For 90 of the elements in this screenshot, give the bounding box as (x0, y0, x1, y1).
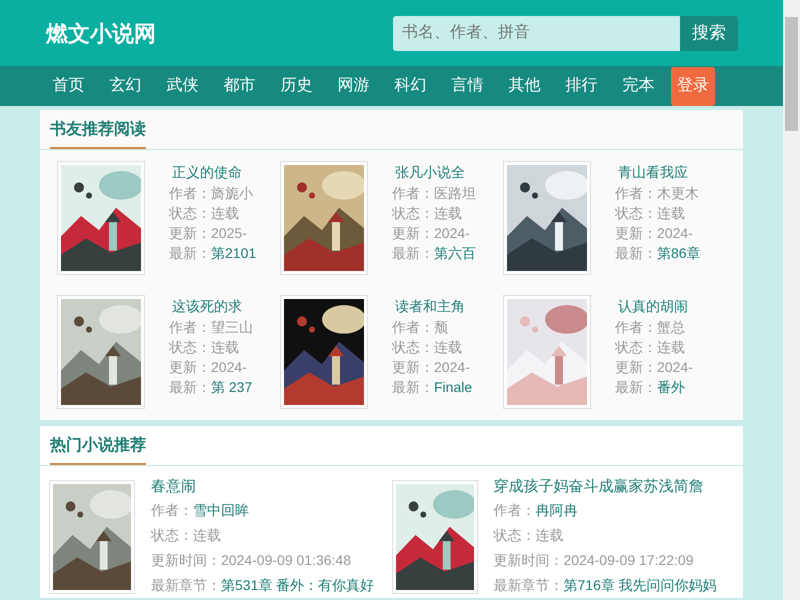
search-button[interactable]: 搜索 (680, 16, 738, 50)
field-label: 作者： (392, 184, 434, 203)
field-label: 状态： (169, 338, 211, 357)
field-value: 连载 (211, 338, 239, 357)
field-label: 更新： (615, 358, 657, 377)
nav-link[interactable]: 科幻 (382, 74, 439, 98)
field-label: 最新： (169, 378, 211, 397)
field-label: 最新： (169, 244, 211, 263)
field-label: 作者： (169, 184, 211, 203)
field-label: 状态： (494, 526, 536, 545)
field-value: 2024- (657, 358, 693, 377)
book-title[interactable]: 春意闹 (151, 476, 374, 498)
nav-link[interactable]: 都市 (211, 74, 268, 98)
field-label: 状态： (151, 526, 193, 545)
field-label: 状态： (392, 338, 434, 357)
book-title[interactable]: 读者和主角 (392, 295, 472, 317)
field-label: 更新时间： (151, 551, 221, 570)
field-label: 最新章节： (151, 576, 221, 595)
field-value: 医路坦 (434, 184, 476, 203)
field-value: 2024- (434, 358, 470, 377)
field-value: 2024-09-09 01:36:48 (221, 551, 351, 570)
field-link[interactable]: 第716章 我先问问你妈妈 (564, 573, 717, 598)
field-value: 2024- (657, 224, 693, 243)
field-link[interactable]: 第六百 (434, 243, 476, 263)
field-link[interactable]: 第531章 番外：有你真好 (221, 573, 374, 598)
field-label: 作者： (392, 318, 434, 337)
nav-link[interactable]: 其他 (496, 74, 553, 98)
field-value: 旖旎小 (211, 184, 253, 203)
field-label: 最新： (392, 378, 434, 397)
field-link[interactable]: 第2101 (211, 243, 256, 263)
field-label: 更新： (169, 358, 211, 377)
search-field[interactable]: 书名、作者、拼音 (393, 16, 680, 50)
field-link[interactable]: 第86章 (657, 243, 701, 263)
field-label: 作者： (169, 318, 211, 337)
field-label: 作者： (615, 184, 657, 203)
field-link[interactable]: 冉阿冉 (536, 498, 578, 523)
field-label: 作者： (494, 501, 536, 520)
field-label: 更新： (169, 224, 211, 243)
field-link[interactable]: 番外 (657, 377, 685, 397)
field-label: 状态： (615, 204, 657, 223)
field-label: 最新： (392, 244, 434, 263)
field-value: 2024- (211, 358, 247, 377)
book-title[interactable]: 这该死的求 (169, 295, 253, 317)
field-value: 连载 (434, 204, 462, 223)
site-logo[interactable]: 燃文小说网 (46, 16, 156, 50)
field-label: 状态： (169, 204, 211, 223)
field-label: 更新： (615, 224, 657, 243)
field-label: 状态： (615, 338, 657, 357)
nav-link[interactable]: 言情 (439, 74, 496, 98)
field-value: 2025- (211, 224, 247, 243)
login-button[interactable]: 登录 (671, 66, 715, 106)
field-value: 连载 (193, 526, 221, 545)
field-value: 连载 (536, 526, 564, 545)
field-value: 连载 (434, 338, 462, 357)
scrollbar[interactable] (783, 0, 800, 600)
field-value: 2024-09-09 17:22:09 (564, 551, 694, 570)
section-title: 热门小说推荐 (50, 435, 146, 465)
field-link[interactable]: 雪中回眸 (193, 498, 249, 523)
book-title[interactable]: 张凡小说全 (392, 161, 476, 183)
field-label: 最新： (615, 378, 657, 397)
field-label: 最新章节： (494, 576, 564, 595)
field-value: 连载 (657, 338, 685, 357)
field-label: 状态： (392, 204, 434, 223)
book-title[interactable]: 穿成孩子妈奋斗成赢家苏浅简詹 (494, 476, 717, 498)
field-value: 颓 (434, 318, 448, 337)
field-label: 更新时间： (494, 551, 564, 570)
nav-link[interactable]: 完本 (610, 74, 667, 98)
field-value: 蟹总 (657, 318, 685, 337)
field-label: 最新： (615, 244, 657, 263)
field-value: 连载 (211, 204, 239, 223)
field-value: 连载 (657, 204, 685, 223)
field-label: 更新： (392, 224, 434, 243)
book-title[interactable]: 青山看我应 (615, 161, 701, 183)
field-link[interactable]: 第 237 (211, 377, 252, 397)
field-label: 作者： (151, 501, 193, 520)
field-label: 更新： (392, 358, 434, 377)
field-label: 作者： (615, 318, 657, 337)
field-value: 木更木 (657, 184, 699, 203)
nav-link[interactable]: 首页 (40, 74, 97, 98)
field-link[interactable]: Finale (434, 377, 472, 397)
nav-link[interactable]: 历史 (268, 74, 325, 98)
section-title: 书友推荐阅读 (50, 119, 146, 149)
nav-link[interactable]: 玄幻 (97, 74, 154, 98)
field-value: 望三山 (211, 318, 253, 337)
nav-link[interactable]: 网游 (325, 74, 382, 98)
field-value: 2024- (434, 224, 470, 243)
book-title[interactable]: 正义的使命 (169, 161, 256, 183)
book-title[interactable]: 认真的胡闹 (615, 295, 693, 317)
nav-link[interactable]: 排行 (553, 74, 610, 98)
nav-link[interactable]: 武侠 (154, 74, 211, 98)
